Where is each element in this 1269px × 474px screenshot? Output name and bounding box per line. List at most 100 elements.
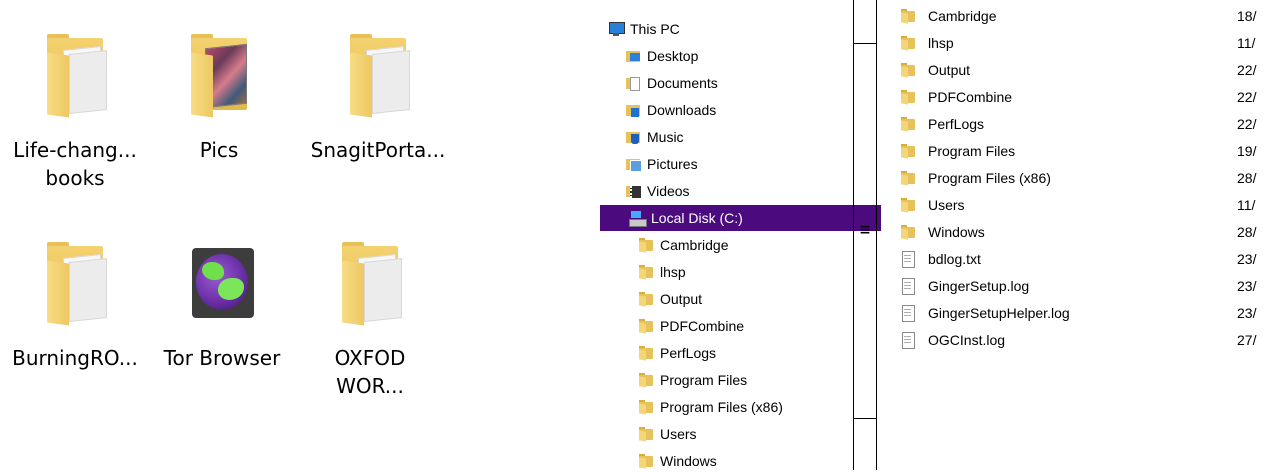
- text-file-icon: [900, 304, 916, 322]
- nav-item-pictures[interactable]: Pictures: [596, 151, 881, 177]
- file-name: OGCInst.log: [928, 331, 1006, 348]
- desktop-area: Life-chang... books Pics SnagitPorta... …: [0, 0, 480, 470]
- desktop-icon-label: Tor Browser: [163, 346, 281, 370]
- file-row-perflogs[interactable]: PerfLogs 22/: [900, 110, 1269, 137]
- file-row-output[interactable]: Output 22/: [900, 56, 1269, 83]
- nav-item-label: PDFCombine: [660, 318, 745, 334]
- nav-item-label: Local Disk (C:): [651, 210, 743, 226]
- nav-item-output[interactable]: Output: [596, 286, 894, 312]
- desktop-icon-life-changing-books[interactable]: Life-chang... books: [5, 34, 145, 192]
- folder-icon: [638, 372, 654, 388]
- nav-item-label: Downloads: [647, 102, 717, 118]
- file-row-gingersetuphelper-log[interactable]: GingerSetupHelper.log 23/: [900, 299, 1269, 326]
- nav-item-program-files[interactable]: Program Files: [596, 367, 894, 393]
- nav-item-users[interactable]: Users: [596, 421, 894, 447]
- nav-item-label: Users: [660, 426, 697, 442]
- file-row-ogcinst-log[interactable]: OGCInst.log 27/: [900, 326, 1269, 353]
- file-name: GingerSetupHelper.log: [928, 304, 1070, 321]
- desktop-icon-pics[interactable]: Pics: [149, 34, 289, 164]
- nav-item-label: Output: [660, 291, 703, 307]
- nav-item-pdfcombine[interactable]: PDFCombine: [596, 313, 894, 339]
- folder-icon: [638, 426, 654, 442]
- file-date: 28/: [1237, 169, 1257, 186]
- nav-item-label: PerfLogs: [660, 345, 717, 361]
- folder-icon: [900, 35, 916, 51]
- nav-item-music[interactable]: Music: [596, 124, 881, 150]
- nav-item-label: Videos: [647, 183, 690, 199]
- nav-item-videos[interactable]: Videos: [596, 178, 881, 204]
- folder-photos-icon: [187, 34, 251, 120]
- file-name: lhsp: [928, 34, 954, 51]
- folder-icon: [638, 453, 654, 469]
- folder-icon: [900, 89, 916, 105]
- folder-icon: [900, 170, 916, 186]
- folder-icon: [43, 34, 107, 120]
- nav-item-documents[interactable]: Documents: [596, 70, 881, 96]
- file-name: PDFCombine: [928, 88, 1013, 105]
- file-date: 23/: [1237, 277, 1257, 294]
- desktop-icon-label: SnagitPorta...: [310, 138, 446, 162]
- desktop-icon-label: Life-chang... books: [13, 138, 137, 190]
- nav-item-label: lhsp: [660, 264, 686, 280]
- documents-folder-icon: [625, 75, 641, 91]
- navigation-pane: This PC Desktop Documents Downloads Musi…: [596, 0, 881, 470]
- videos-folder-icon: [625, 183, 641, 199]
- desktop-icon-label: Pics: [199, 138, 239, 162]
- desktop-icon-burningrom[interactable]: BurningRO...: [5, 242, 145, 372]
- folder-icon: [900, 62, 916, 78]
- desktop-icon-label: OXFOD WOR...: [334, 346, 406, 398]
- file-row-program-files[interactable]: Program Files 19/: [900, 137, 1269, 164]
- nav-item-windows[interactable]: Windows: [596, 448, 894, 474]
- folder-icon: [638, 264, 654, 280]
- file-row-bdlog[interactable]: bdlog.txt 23/: [900, 245, 1269, 272]
- nav-item-lhsp[interactable]: lhsp: [596, 259, 894, 285]
- file-date: 18/: [1237, 7, 1257, 24]
- desktop-folder-icon: [625, 48, 641, 64]
- text-file-icon: [900, 250, 916, 268]
- nav-item-cambridge[interactable]: Cambridge: [596, 232, 894, 258]
- text-file-icon: [900, 277, 916, 295]
- splitter-grip-icon[interactable]: ≡: [858, 223, 872, 237]
- file-date: 23/: [1237, 304, 1257, 321]
- file-row-cambridge[interactable]: Cambridge 18/: [900, 2, 1269, 29]
- file-row-windows[interactable]: Windows 28/: [900, 218, 1269, 245]
- file-row-gingersetup-log[interactable]: GingerSetup.log 23/: [900, 272, 1269, 299]
- file-date: 22/: [1237, 61, 1257, 78]
- folder-icon: [638, 237, 654, 253]
- nav-item-this-pc[interactable]: This PC: [596, 16, 864, 42]
- folder-icon: [900, 116, 916, 132]
- file-date: 22/: [1237, 115, 1257, 132]
- file-date: 19/: [1237, 142, 1257, 159]
- file-name: Users: [928, 196, 965, 213]
- local-disk-icon: [629, 210, 647, 227]
- file-date: 11/: [1237, 196, 1256, 213]
- folder-icon: [338, 242, 402, 328]
- nav-item-label: Documents: [647, 75, 718, 91]
- file-row-lhsp[interactable]: lhsp 11/: [900, 29, 1269, 56]
- pictures-folder-icon: [625, 156, 642, 172]
- file-row-program-files-x86[interactable]: Program Files (x86) 28/: [900, 164, 1269, 191]
- desktop-icon-oxford-words[interactable]: OXFOD WOR...: [300, 242, 440, 400]
- splitter-edge: [854, 43, 876, 44]
- file-date: 28/: [1237, 223, 1257, 240]
- file-row-users[interactable]: Users 11/: [900, 191, 1269, 218]
- pane-divider: [876, 0, 877, 470]
- file-date: 27/: [1237, 331, 1257, 348]
- nav-item-label: Program Files (x86): [660, 399, 783, 415]
- folder-icon: [638, 399, 654, 415]
- desktop-icon-tor-browser[interactable]: Tor Browser: [152, 242, 292, 372]
- nav-item-label: Windows: [660, 453, 717, 469]
- nav-item-downloads[interactable]: Downloads: [596, 97, 881, 123]
- nav-item-label: Pictures: [647, 156, 698, 172]
- folder-icon: [900, 8, 916, 24]
- folder-icon: [900, 224, 916, 240]
- desktop-icon-snagit-portable[interactable]: SnagitPorta...: [308, 34, 448, 164]
- file-list: Cambridge 18/ lhsp 11/ Output 22/ PDFCom…: [900, 0, 1269, 470]
- nav-item-perflogs[interactable]: PerfLogs: [596, 340, 894, 366]
- file-date: 22/: [1237, 88, 1257, 105]
- nav-item-label: This PC: [630, 21, 680, 37]
- nav-item-program-files-x86[interactable]: Program Files (x86): [596, 394, 894, 420]
- file-row-pdfcombine[interactable]: PDFCombine 22/: [900, 83, 1269, 110]
- nav-item-local-disk-c[interactable]: Local Disk (C:): [600, 205, 881, 231]
- nav-item-desktop[interactable]: Desktop: [596, 43, 881, 69]
